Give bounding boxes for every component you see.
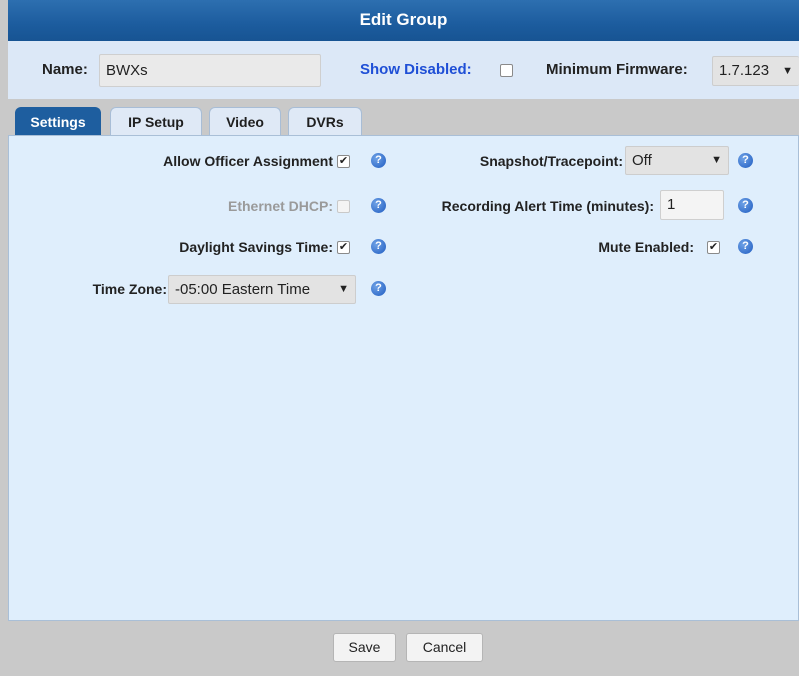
- header-bar: Name: BWXs Show Disabled: Minimum Firmwa…: [8, 41, 799, 100]
- daylight-savings-label: Daylight Savings Time:: [179, 239, 333, 255]
- dialog-title: Edit Group: [8, 0, 799, 41]
- mute-enabled-label: Mute Enabled:: [598, 239, 694, 255]
- name-input[interactable]: BWXs: [99, 54, 321, 87]
- chevron-down-icon: ▼: [711, 154, 722, 166]
- tab-ip-setup[interactable]: IP Setup: [110, 107, 202, 135]
- time-zone-select[interactable]: -05:00 Eastern Time ▼: [168, 275, 356, 304]
- footer-bar: [0, 621, 799, 676]
- tab-strip: Settings IP Setup Video DVRs: [8, 99, 799, 136]
- time-zone-label: Time Zone:: [92, 281, 167, 297]
- time-zone-value: -05:00 Eastern Time: [175, 281, 311, 298]
- help-icon[interactable]: ?: [371, 198, 386, 213]
- tab-video[interactable]: Video: [209, 107, 281, 135]
- help-icon[interactable]: ?: [738, 239, 753, 254]
- allow-officer-label: Allow Officer Assignment: [163, 153, 333, 169]
- recording-alert-label: Recording Alert Time (minutes):: [441, 198, 654, 214]
- snapshot-select[interactable]: Off ▼: [625, 146, 729, 175]
- save-button[interactable]: Save: [333, 633, 396, 662]
- allow-officer-checkbox[interactable]: ✔: [337, 155, 350, 168]
- snapshot-value: Off: [632, 152, 652, 169]
- tab-settings[interactable]: Settings: [15, 107, 101, 135]
- min-firmware-value: 1.7.123: [719, 62, 770, 79]
- help-icon[interactable]: ?: [371, 281, 386, 296]
- chevron-down-icon: ▼: [338, 283, 349, 295]
- ethernet-dhcp-checkbox: [337, 200, 350, 213]
- name-label: Name:: [42, 61, 88, 78]
- help-icon[interactable]: ?: [738, 198, 753, 213]
- tab-dvrs[interactable]: DVRs: [288, 107, 362, 135]
- min-firmware-select[interactable]: 1.7.123 ▼: [712, 56, 799, 86]
- chevron-down-icon: ▼: [782, 65, 793, 77]
- recording-alert-input[interactable]: 1: [660, 190, 724, 220]
- mute-enabled-checkbox[interactable]: ✔: [707, 241, 720, 254]
- daylight-savings-checkbox[interactable]: ✔: [337, 241, 350, 254]
- help-icon[interactable]: ?: [371, 153, 386, 168]
- show-disabled-label: Show Disabled:: [360, 61, 472, 78]
- show-disabled-checkbox[interactable]: [500, 64, 513, 77]
- min-firmware-label: Minimum Firmware:: [546, 61, 688, 78]
- ethernet-dhcp-label: Ethernet DHCP:: [227, 198, 333, 214]
- help-icon[interactable]: ?: [738, 153, 753, 168]
- recording-alert-value: 1: [667, 196, 676, 213]
- name-input-value: BWXs: [106, 62, 148, 79]
- cancel-button[interactable]: Cancel: [406, 633, 483, 662]
- snapshot-label: Snapshot/Tracepoint:: [479, 153, 623, 169]
- help-icon[interactable]: ?: [371, 239, 386, 254]
- settings-panel: Allow Officer Assignment ✔ ? Ethernet DH…: [8, 135, 799, 621]
